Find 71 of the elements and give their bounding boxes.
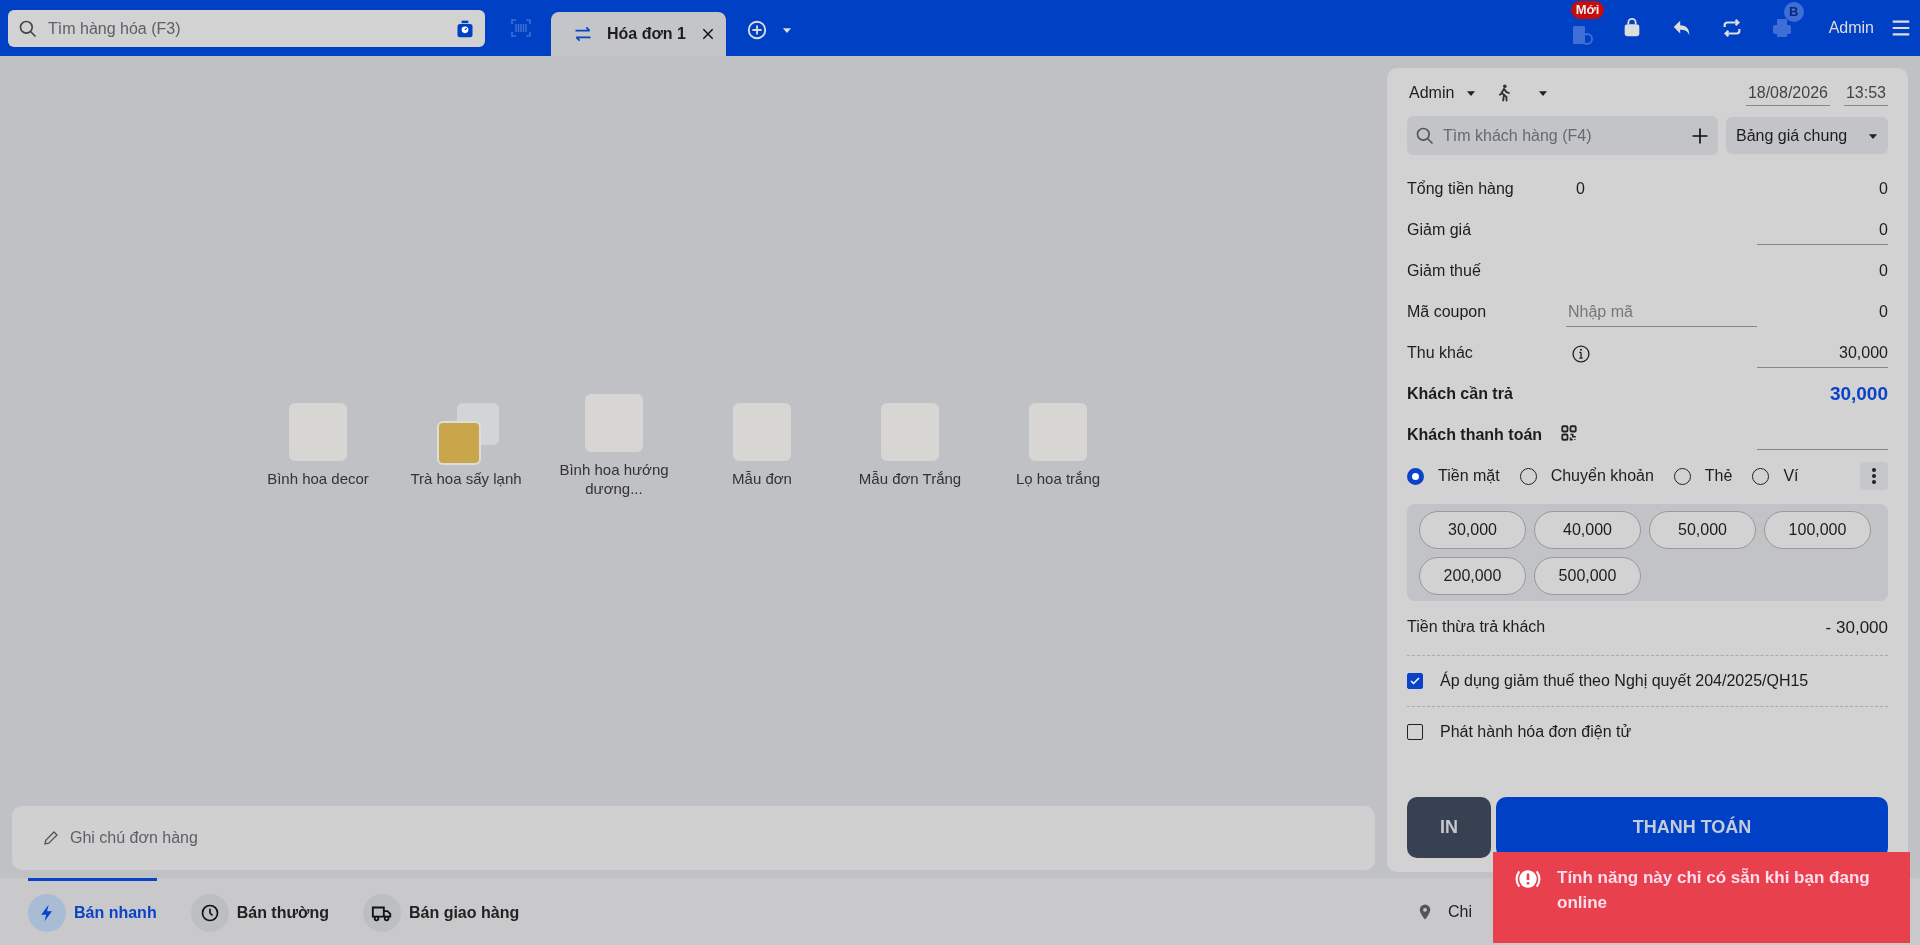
check-icon: [1409, 674, 1421, 687]
quick-amount-button[interactable]: 30,000: [1419, 511, 1526, 549]
payment-method-radio[interactable]: Thẻ: [1673, 464, 1733, 488]
invoice-tab-label: Hóa đơn 1: [607, 24, 686, 44]
toast-message: Tính năng này chỉ có sẵn khi bạn đang online: [1557, 867, 1871, 914]
sales-mode-tab[interactable]: Bán nhanh: [28, 878, 157, 945]
checkbox[interactable]: [1407, 723, 1423, 740]
product-name[interactable]: Mẫu đơn: [706, 469, 818, 489]
invoice-tab[interactable]: Hóa đơn 1: [551, 12, 726, 56]
amount-value: 0: [1878, 302, 1888, 322]
field-label: Khách thanh toán: [1407, 425, 1543, 445]
field-label: Khách cần trả: [1407, 384, 1513, 404]
coupon-field[interactable]: Nhập mã: [1566, 299, 1757, 327]
product-name[interactable]: Mẫu đơn Trắng: [854, 469, 966, 489]
field-label: Tổng tiền hàng: [1407, 179, 1514, 199]
change-value: - 30,000: [1825, 617, 1888, 639]
quick-amount-button[interactable]: 500,000: [1534, 557, 1641, 595]
price-list-dropdown[interactable]: Bảng giá chung: [1726, 117, 1888, 154]
pencil-icon: [42, 829, 60, 847]
more-options-button[interactable]: [1860, 462, 1888, 490]
scale-icon[interactable]: [455, 18, 475, 39]
other-fee-field[interactable]: 30,000: [1757, 341, 1888, 368]
quick-amount-button[interactable]: 40,000: [1534, 511, 1641, 549]
checkbox[interactable]: [1407, 672, 1423, 689]
product-search-field[interactable]: Tìm hàng hóa (F3): [46, 15, 447, 42]
customer-search-field[interactable]: Tìm khách hàng (F4): [1441, 122, 1684, 149]
field-label: Mã coupon: [1407, 302, 1487, 322]
quick-amount-button[interactable]: 200,000: [1419, 557, 1526, 595]
time-field[interactable]: 13:53: [1843, 80, 1888, 106]
product-name[interactable]: Bình hoa hướng dương...: [558, 459, 670, 499]
product-name[interactable]: Bình hoa decor: [262, 469, 374, 489]
notification-count: B: [1783, 2, 1804, 22]
payment-method-radio[interactable]: Tiền mặt: [1407, 464, 1500, 488]
new-badge: Mới: [1570, 1, 1605, 19]
product-name[interactable]: Lọ hoa trắng: [1002, 469, 1114, 489]
customer-search-bar[interactable]: Tìm khách hàng (F4): [1407, 116, 1718, 155]
swap-arrows-icon: [573, 24, 593, 44]
date-field[interactable]: 18/08/2026: [1745, 80, 1830, 106]
branch-name[interactable]: Chi: [1448, 899, 1472, 924]
option-label: Áp dụng giảm thuế theo Nghị quyết 204/2025/QH15: [1440, 670, 1809, 691]
order-note-bar[interactable]: Ghi chú đơn hàng: [12, 806, 1375, 870]
order-note-field[interactable]: Ghi chú đơn hàng: [68, 825, 1345, 851]
add-circle-icon[interactable]: [746, 19, 768, 41]
quick-amount-button[interactable]: 50,000: [1649, 511, 1756, 549]
clock-icon: [199, 903, 220, 923]
item-count: 0: [1576, 180, 1585, 197]
qr-code-icon[interactable]: [1560, 423, 1578, 442]
change-label: Tiền thừa trả khách: [1407, 617, 1546, 637]
field-label: Giảm thuế: [1407, 261, 1481, 281]
search-icon: [1415, 125, 1435, 146]
sales-mode-tab[interactable]: Bán thường: [190, 878, 329, 945]
product-name[interactable]: Trà hoa sấy lạnh: [410, 469, 522, 489]
payment-method-radio[interactable]: Chuyển khoản: [1519, 464, 1654, 488]
option-label: Phát hành hóa đơn điện tử: [1440, 721, 1632, 742]
amount-value: 0: [1878, 261, 1888, 281]
amount-value: 0: [1878, 179, 1888, 199]
sales-mode-tab[interactable]: Bán giao hàng: [362, 878, 520, 945]
seller-name[interactable]: Admin: [1409, 81, 1455, 105]
menu-icon[interactable]: [1890, 17, 1912, 39]
search-icon: [18, 18, 38, 39]
product-search-bar[interactable]: Tìm hàng hóa (F3): [8, 10, 485, 47]
field-label: Thu khác: [1407, 343, 1473, 363]
info-icon[interactable]: [1571, 343, 1591, 364]
field-label: Giảm giá: [1407, 220, 1472, 240]
amount-due: 30,000: [1828, 381, 1888, 406]
payment-method-radio[interactable]: Ví: [1752, 464, 1799, 488]
more-options-icon: [1872, 468, 1876, 484]
discount-field[interactable]: 0: [1757, 218, 1888, 245]
print-button[interactable]: IN: [1407, 797, 1491, 858]
quick-amount-button[interactable]: 100,000: [1764, 511, 1871, 549]
user-name[interactable]: Admin: [1828, 16, 1874, 40]
